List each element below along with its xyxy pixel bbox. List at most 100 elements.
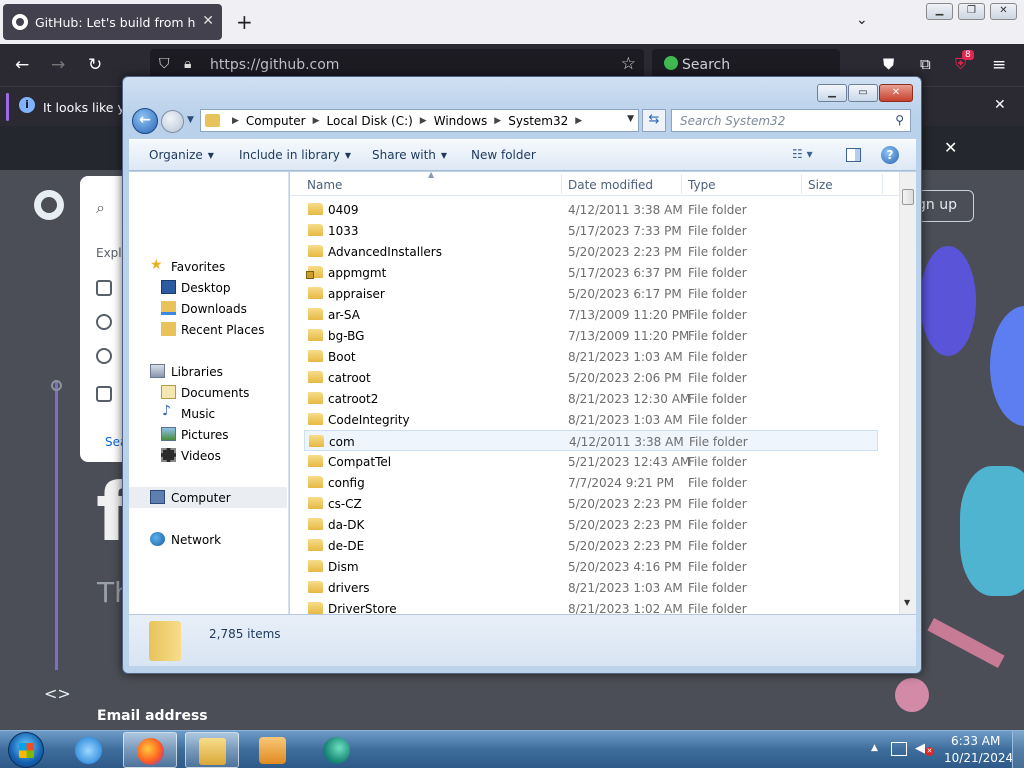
new-folder-button[interactable]: New folder xyxy=(471,148,536,162)
lock-icon[interactable]: 🔒︎ xyxy=(184,56,191,72)
close-window-button[interactable]: ✕ xyxy=(990,3,1017,20)
pocket-icon[interactable]: ⛊ xyxy=(883,55,894,73)
extensions-icon[interactable]: ⧉ xyxy=(920,55,931,73)
recent-pages-icon[interactable]: ▼ xyxy=(187,115,194,125)
back-arrow-icon[interactable]: ← xyxy=(15,55,29,75)
table-row[interactable]: catroot2 8/21/2023 12:30 AM File folder xyxy=(304,388,878,409)
column-divider[interactable] xyxy=(561,174,562,194)
address-bar[interactable]: ▶ Computer ▶ Local Disk (C:) ▶ Windows ▶… xyxy=(200,109,639,132)
forward-button[interactable] xyxy=(161,110,184,133)
chevron-right-icon[interactable]: ▶ xyxy=(420,114,427,128)
explorer-minimize-button[interactable]: ▁ xyxy=(817,84,847,102)
chevron-right-icon[interactable]: ▶ xyxy=(232,114,239,128)
start-button[interactable] xyxy=(8,732,44,768)
column-divider[interactable] xyxy=(801,174,802,194)
preview-pane-icon[interactable] xyxy=(846,148,861,162)
tracking-shield-icon[interactable]: ⛉ xyxy=(159,56,170,72)
table-row[interactable]: Boot 8/21/2023 1:03 AM File folder xyxy=(304,346,878,367)
nav-item-videos[interactable]: Videos xyxy=(129,445,287,466)
forward-arrow-icon[interactable]: → xyxy=(51,55,65,75)
table-row[interactable]: 0409 4/12/2011 3:38 AM File folder xyxy=(304,199,878,220)
network-status-icon[interactable] xyxy=(891,742,907,756)
list-all-tabs-icon[interactable]: ⌄ xyxy=(856,12,868,28)
table-row[interactable]: Dism 5/20/2023 4:16 PM File folder xyxy=(304,556,878,577)
close-banner-icon[interactable]: ✕ xyxy=(944,138,957,157)
table-row[interactable]: AdvancedInstallers 5/20/2023 2:23 PM File … xyxy=(304,241,878,262)
nav-item-desktop[interactable]: Desktop xyxy=(129,277,287,298)
breadcrumb-computer[interactable]: Computer xyxy=(246,114,306,128)
nav-item-computer[interactable]: Computer xyxy=(129,487,287,508)
column-header-type[interactable]: Type xyxy=(688,178,716,192)
nav-item-music[interactable]: ♪ Music xyxy=(129,403,287,424)
chevron-right-icon[interactable]: ▶ xyxy=(313,114,320,128)
close-notification-icon[interactable]: ✕ xyxy=(994,97,1006,113)
scrollbar-thumb[interactable] xyxy=(902,189,914,205)
nav-item-downloads[interactable]: Downloads xyxy=(129,298,287,319)
clock-time[interactable]: 6:33 AM xyxy=(951,734,1000,748)
vertical-scrollbar[interactable]: ▼ xyxy=(899,172,916,614)
address-dropdown-icon[interactable]: ▼ xyxy=(627,114,634,124)
url-text[interactable]: https://github.com xyxy=(210,57,339,73)
table-row[interactable]: config 7/7/2024 9:21 PM File folder xyxy=(304,472,878,493)
column-header-name[interactable]: Name xyxy=(307,178,342,192)
nav-item-documents[interactable]: Documents xyxy=(129,382,287,403)
table-row[interactable]: CodeIntegrity 8/21/2023 1:03 AM File folde… xyxy=(304,409,878,430)
scroll-down-icon[interactable]: ▼ xyxy=(904,598,910,607)
nav-item-network[interactable]: Network xyxy=(129,529,287,550)
table-row[interactable]: DriverStore 8/21/2023 1:02 AM File folder xyxy=(304,598,878,614)
close-tab-icon[interactable]: ✕ xyxy=(202,13,214,29)
nav-item-pictures[interactable]: Pictures xyxy=(129,424,287,445)
include-in-library-button[interactable]: Include in library ▼ xyxy=(239,148,351,162)
table-row[interactable]: cs-CZ 5/20/2023 2:23 PM File folder xyxy=(304,493,878,514)
restore-window-button[interactable]: ❐ xyxy=(958,3,985,20)
table-row[interactable]: da-DK 5/20/2023 2:23 PM File folder xyxy=(304,514,878,535)
chevron-right-icon[interactable]: ▶ xyxy=(494,114,501,128)
firefox-taskbar-button[interactable] xyxy=(123,732,177,768)
nav-item-libraries[interactable]: Libraries xyxy=(129,361,287,382)
column-divider[interactable] xyxy=(882,174,883,194)
chevron-right-icon[interactable]: ▶ xyxy=(575,114,582,128)
change-view-icon[interactable]: ☷ ▾ xyxy=(792,147,813,161)
internet-explorer-taskbar-button[interactable] xyxy=(62,732,116,768)
nav-item-favorites[interactable]: ★ Favorites xyxy=(129,256,287,277)
back-button[interactable]: ← xyxy=(132,108,158,134)
search-icon[interactable]: ⌕ xyxy=(96,198,105,218)
table-row[interactable]: appraiser 5/20/2023 6:17 PM File folder xyxy=(304,283,878,304)
breadcrumb-local-disk[interactable]: Local Disk (C:) xyxy=(327,114,413,128)
table-row[interactable]: CompatTel 5/21/2023 12:43 AM File folder xyxy=(304,451,878,472)
explorer-close-button[interactable]: ✕ xyxy=(879,84,913,102)
browser-tab[interactable]: GitHub: Let's build from here · G ✕ xyxy=(3,4,222,40)
table-row[interactable]: de-DE 5/20/2023 2:23 PM File folder xyxy=(304,535,878,556)
menu-icon[interactable]: ≡ xyxy=(992,55,1006,75)
table-row[interactable]: catroot 5/20/2023 2:06 PM File folder xyxy=(304,367,878,388)
table-row[interactable]: ar-SA 7/13/2009 11:20 PM File folder xyxy=(304,304,878,325)
column-header-size[interactable]: Size xyxy=(808,178,833,192)
table-row[interactable]: 1033 5/17/2023 7:33 PM File folder xyxy=(304,220,878,241)
breadcrumb-system32[interactable]: System32 xyxy=(508,114,568,128)
bookmark-star-icon[interactable]: ☆ xyxy=(621,54,636,74)
explorer-taskbar-button[interactable] xyxy=(185,732,239,768)
volume-icon[interactable]: ◀ xyxy=(915,741,925,756)
organize-button[interactable]: Organize ▼ xyxy=(149,148,214,162)
column-header-date-modified[interactable]: Date modified xyxy=(568,178,653,192)
clock-date[interactable]: 10/21/2024 xyxy=(944,751,1013,765)
edge-taskbar-button[interactable] xyxy=(310,732,364,768)
table-row[interactable]: appmgmt 5/17/2023 6:37 PM File folder xyxy=(304,262,878,283)
explorer-maximize-button[interactable]: ▭ xyxy=(848,84,878,102)
breadcrumb-windows[interactable]: Windows xyxy=(434,114,488,128)
table-row[interactable]: drivers 8/21/2023 1:03 AM File folder xyxy=(304,577,878,598)
table-row[interactable]: com 4/12/2011 3:38 AM File folder xyxy=(304,430,878,451)
show-hidden-icons-icon[interactable]: ▲ xyxy=(871,743,878,753)
minimize-window-button[interactable]: ▁ xyxy=(926,3,953,20)
help-icon[interactable]: ? xyxy=(881,146,899,164)
search-input[interactable]: Search System32 ⚲ xyxy=(671,109,911,132)
show-desktop-button[interactable] xyxy=(1012,731,1024,768)
github-logo-icon[interactable] xyxy=(34,190,64,220)
media-player-taskbar-button[interactable] xyxy=(246,732,300,768)
table-row[interactable]: bg-BG 7/13/2009 11:20 PM File folder xyxy=(304,325,878,346)
refresh-button[interactable]: ⇆ xyxy=(642,109,666,132)
new-tab-button[interactable]: + xyxy=(236,10,253,34)
nav-item-recent-places[interactable]: Recent Places xyxy=(129,319,287,340)
search-icon[interactable]: ⚲ xyxy=(895,113,904,127)
reload-icon[interactable]: ↻ xyxy=(88,55,102,75)
